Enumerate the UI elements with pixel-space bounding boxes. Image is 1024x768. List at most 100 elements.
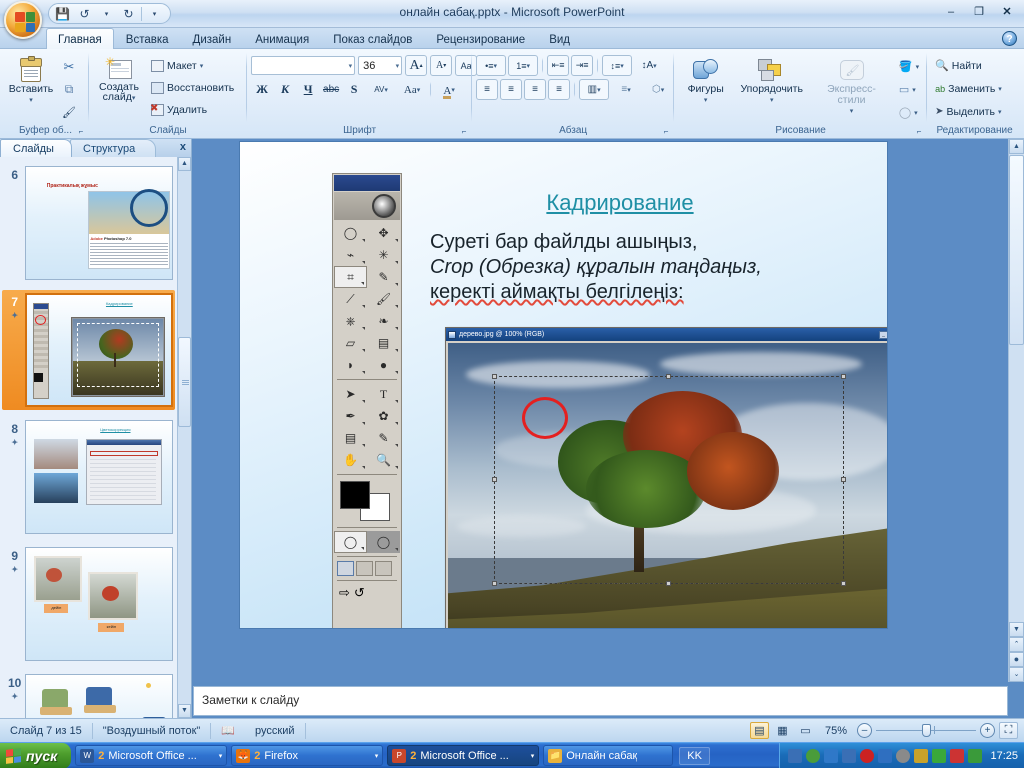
zoom-in-button[interactable]: + <box>980 723 995 738</box>
font-name-caret-icon[interactable]: ▾ <box>347 62 353 70</box>
tab-slideshow[interactable]: Показ слайдов <box>321 28 424 49</box>
shape-fill-button[interactable]: 🪣 ▾ <box>895 56 923 77</box>
lasso-tool-icon[interactable]: ⌁ <box>334 244 367 266</box>
taskbar-caret-icon[interactable]: ▾ <box>375 752 379 760</box>
previous-slide-icon[interactable]: ⌃ <box>1009 637 1024 652</box>
thumb-frame[interactable]: Практикалық жұмыс Adobe Photoshop 7.0 <box>25 166 173 280</box>
align-center-button[interactable]: ≡ <box>500 79 523 100</box>
taskbar-button[interactable]: 📁 Онлайн сабақ <box>543 745 674 766</box>
view-slideshow-button[interactable]: ▭ <box>796 722 815 739</box>
delete-slide-button[interactable]: ✖ Удалить <box>147 99 238 120</box>
restore-button[interactable]: ❐ <box>966 2 992 21</box>
tray-icon-antivirus[interactable] <box>806 748 821 763</box>
custom-shape-tool-icon[interactable]: ✿ <box>367 405 400 427</box>
current-slide[interactable]: Кадрирование Суреті бар файлды ашыңыз, C… <box>239 141 888 629</box>
tab-home[interactable]: Главная <box>46 28 114 49</box>
dodge-tool-icon[interactable]: ● <box>367 354 400 376</box>
text-shadow-button[interactable]: S <box>343 79 365 100</box>
copy-button[interactable]: ⧉ <box>58 79 80 100</box>
italic-button[interactable]: К <box>274 79 296 100</box>
thumbnail-item[interactable]: 10 ✦ Сергіту сәті (бейне материал) <box>2 671 175 718</box>
reset-button[interactable]: Восстановить <box>147 77 238 98</box>
shape-outline-button[interactable]: ▭ ▾ <box>895 79 923 100</box>
language-bar[interactable]: KK <box>679 746 710 765</box>
panel-scroll-down-icon[interactable]: ▼ <box>178 704 191 718</box>
clone-stamp-tool-icon[interactable]: ⎈ <box>334 310 367 332</box>
thumbnail-item-selected[interactable]: 7 ✦ Кадрирование <box>2 290 175 410</box>
gradient-tool-icon[interactable]: ▤ <box>367 332 400 354</box>
new-slide-caret-icon[interactable]: ▾ <box>132 95 136 102</box>
font-size-caret-icon[interactable]: ▾ <box>394 62 400 70</box>
taskbar-button[interactable]: 🦊 2 Firefox ▾ <box>231 745 384 766</box>
quick-styles-button[interactable]: 🖌 Экспресс-стили ▾ <box>810 54 893 118</box>
shapes-button[interactable]: Фигуры ▾ <box>678 54 733 107</box>
tab-insert[interactable]: Вставка <box>114 28 181 49</box>
tray-icon-security[interactable] <box>950 748 965 763</box>
taskbar-caret-icon[interactable]: ▾ <box>531 752 535 760</box>
bullets-button[interactable]: •≡ ▾ <box>476 55 507 76</box>
marquee-tool-icon[interactable]: ◯ <box>334 222 367 244</box>
next-slide-icon[interactable]: ⌄ <box>1009 667 1024 682</box>
standard-screen-mode-icon[interactable] <box>337 561 354 576</box>
jump-to-imageready-icon[interactable]: ⇨ <box>339 585 350 601</box>
shapes-caret-icon[interactable]: ▾ <box>704 96 708 104</box>
select-button[interactable]: ➤ Выделить ▾ <box>931 101 1005 122</box>
refresh-icon[interactable]: ↺ <box>354 585 365 601</box>
character-spacing-button[interactable]: AV ▾ <box>366 79 396 100</box>
grow-font-button[interactable]: A ▴ <box>405 55 428 76</box>
view-normal-button[interactable]: ▤ <box>749 722 769 739</box>
zoom-tool-icon[interactable]: 🔍 <box>367 449 400 471</box>
view-slide-sorter-button[interactable]: ▦ <box>773 722 792 739</box>
font-color-button[interactable]: A ▾ <box>434 79 464 100</box>
font-size-combo[interactable]: 36 ▾ <box>358 56 403 75</box>
font-name-combo[interactable]: ▾ <box>251 56 356 75</box>
slide-body-text[interactable]: Суреті бар файлды ашыңыз, Crop (Обрезка)… <box>430 230 887 305</box>
increase-indent-button[interactable]: ⇥≡ <box>571 55 594 76</box>
thumb-frame[interactable]: Кадрирование <box>25 293 173 407</box>
magic-wand-tool-icon[interactable]: ✳ <box>367 244 400 266</box>
paragraph-dialog-launcher[interactable]: ⌐ <box>661 127 671 137</box>
zoom-slider-knob[interactable] <box>922 724 931 737</box>
close-panel-icon[interactable]: x <box>180 141 186 153</box>
font-dialog-launcher[interactable]: ⌐ <box>459 127 469 137</box>
drawing-dialog-launcher[interactable]: ⌐ <box>914 127 924 137</box>
paste-button[interactable]: Вставить ▾ <box>6 54 56 107</box>
paste-caret-icon[interactable]: ▾ <box>29 96 33 104</box>
foreground-color-swatch[interactable] <box>340 481 370 509</box>
notes-tool-icon[interactable]: ▤ <box>334 427 367 449</box>
line-spacing-button[interactable]: ↕≡ ▾ <box>602 55 633 76</box>
full-screen-mode-icon[interactable] <box>375 561 392 576</box>
clipboard-dialog-launcher[interactable]: ⌐ <box>76 127 86 137</box>
slide-title[interactable]: Кадрирование <box>460 190 780 216</box>
panel-scroll-up-icon[interactable]: ▲ <box>178 157 191 171</box>
zoom-out-button[interactable]: – <box>857 723 872 738</box>
underline-button[interactable]: Ч <box>297 79 319 100</box>
arrange-button[interactable]: Упорядочить ▾ <box>735 54 808 107</box>
scroll-down-icon[interactable]: ▼ <box>1009 622 1024 637</box>
brush-tool-icon[interactable]: 🖌 <box>367 288 400 310</box>
change-case-button[interactable]: Aa ▾ <box>397 79 427 100</box>
replace-caret-icon[interactable]: ▾ <box>998 85 1002 93</box>
standard-mask-mode-icon[interactable]: ◯ <box>334 531 367 553</box>
tab-animation[interactable]: Анимация <box>243 28 321 49</box>
tray-icon-updates[interactable] <box>968 748 983 763</box>
slide-area-scrollbar[interactable]: ▲ ▼ ⌃ ● ⌄ <box>1008 139 1024 682</box>
arrange-caret-icon[interactable]: ▾ <box>770 96 774 104</box>
theme-name[interactable]: "Воздушный поток" <box>93 719 211 743</box>
tab-view[interactable]: Вид <box>537 28 582 49</box>
text-direction-button[interactable]: ↕A ▾ <box>634 55 664 76</box>
office-button[interactable] <box>4 1 42 39</box>
slide-separator-icon[interactable]: ● <box>1009 652 1024 667</box>
new-slide-button[interactable]: ✳ Создать слайд▾ <box>93 54 145 107</box>
layout-caret-icon[interactable]: ▾ <box>200 62 204 70</box>
numbering-button[interactable]: 1≡ ▾ <box>508 55 539 76</box>
help-icon[interactable]: ? <box>1002 31 1017 46</box>
layout-button[interactable]: Макет ▾ <box>147 55 238 76</box>
convert-smartart-button[interactable]: ⬡ ▾ <box>643 79 673 100</box>
align-right-button[interactable]: ≡ <box>524 79 547 100</box>
blur-tool-icon[interactable]: ◗ <box>334 354 367 376</box>
hand-tool-icon[interactable]: ✋ <box>334 449 367 471</box>
justify-button[interactable]: ≡ <box>548 79 571 100</box>
doc-minimize-icon[interactable]: _ <box>879 330 887 339</box>
strikethrough-button[interactable]: abc <box>320 79 342 100</box>
